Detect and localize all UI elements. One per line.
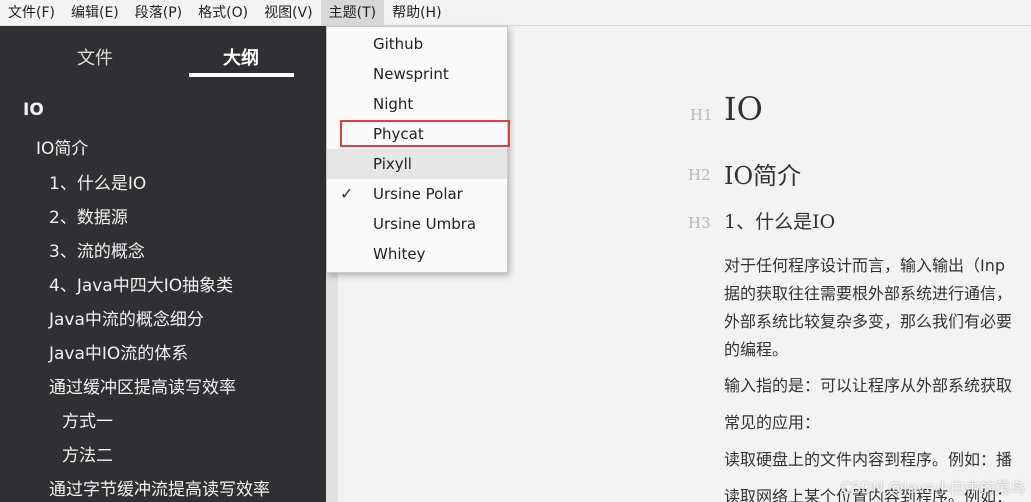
- tab-outline[interactable]: 大纲: [223, 44, 259, 70]
- heading-3: 1、什么是IO: [724, 211, 836, 233]
- outline-item[interactable]: Java中流的概念细分: [49, 305, 204, 330]
- heading-level-marker: H3: [688, 214, 711, 232]
- paragraph-line: 据的获取往往需要根外部系统进行通信，: [724, 284, 1013, 303]
- outline-item[interactable]: 1、什么是IO: [49, 169, 146, 194]
- checkmark-icon: ✓: [340, 184, 354, 203]
- theme-option-whitey[interactable]: Whitey: [327, 239, 507, 269]
- theme-option-ursine-umbra[interactable]: Ursine Umbra: [327, 209, 507, 239]
- outline-item[interactable]: Java中IO流的体系: [49, 339, 188, 364]
- theme-option-label: Github: [373, 35, 424, 53]
- sidebar-tabs: 文件 大纲: [0, 26, 326, 82]
- menu-view[interactable]: 视图(V): [256, 0, 321, 26]
- app-window: 文件(F) 编辑(E) 段落(P) 格式(O) 视图(V) 主题(T) 帮助(H…: [0, 0, 1031, 502]
- outline-item[interactable]: 2、数据源: [49, 203, 128, 228]
- paragraph-line: 外部系统比较复杂多变，那么我们有必要: [724, 312, 1013, 331]
- outline-item[interactable]: 方法二: [62, 441, 113, 466]
- theme-option-newsprint[interactable]: Newsprint: [327, 59, 507, 89]
- theme-option-github[interactable]: Github: [327, 29, 507, 59]
- theme-option-label: Ursine Polar: [373, 185, 463, 203]
- paragraph-line: 对于任何程序设计而言，输入输出（Inp: [724, 256, 1006, 275]
- theme-option-label: Night: [373, 95, 414, 113]
- heading-1: IO: [724, 90, 763, 128]
- paragraph-line: 常见的应用：: [724, 413, 821, 432]
- menu-paragraph[interactable]: 段落(P): [127, 0, 190, 26]
- paragraph-line: 输入指的是：可以让程序从外部系统获取: [724, 376, 1013, 395]
- theme-dropdown-menu: Github Newsprint Night Phycat Pixyll ✓ U…: [326, 26, 510, 273]
- heading-level-marker: H2: [688, 166, 711, 184]
- theme-option-label: Pixyll: [373, 155, 412, 173]
- outline-item[interactable]: 方式一: [62, 407, 113, 432]
- heading-2: IO简介: [724, 162, 802, 190]
- menu-help[interactable]: 帮助(H): [384, 0, 449, 26]
- outline-item[interactable]: 通过缓冲区提高读写效率: [49, 373, 236, 398]
- menu-file[interactable]: 文件(F): [0, 0, 63, 26]
- menu-edit[interactable]: 编辑(E): [63, 0, 127, 26]
- menubar: 文件(F) 编辑(E) 段落(P) 格式(O) 视图(V) 主题(T) 帮助(H…: [0, 0, 1031, 26]
- paragraph-line: 读取硬盘上的文件内容到程序。例如：播: [724, 450, 1013, 469]
- theme-option-label: Newsprint: [373, 65, 449, 83]
- outline-item[interactable]: 3、流的概念: [49, 237, 145, 262]
- annotation-highlight-box: [340, 120, 510, 147]
- theme-option-label: Ursine Umbra: [373, 215, 477, 233]
- sidebar: 文件 大纲 IO IO简介 1、什么是IO 2、数据源 3、流的概念 4、Jav…: [0, 26, 326, 502]
- paragraph-line: 的编程。: [724, 340, 789, 359]
- active-tab-indicator: [189, 73, 294, 77]
- csdn-watermark: CSDN @Java小白中的菜鸟: [840, 479, 1025, 497]
- outline-item[interactable]: IO简介: [36, 134, 88, 159]
- heading-level-marker: H1: [690, 106, 713, 124]
- theme-option-pixyll[interactable]: Pixyll: [327, 149, 507, 179]
- theme-option-label: Whitey: [373, 245, 426, 263]
- theme-option-ursine-polar[interactable]: ✓ Ursine Polar: [327, 179, 507, 209]
- menu-theme[interactable]: 主题(T): [320, 0, 385, 26]
- outline-item[interactable]: 4、Java中四大IO抽象类: [49, 271, 233, 296]
- tab-files[interactable]: 文件: [77, 44, 113, 70]
- theme-option-night[interactable]: Night: [327, 89, 507, 119]
- outline-item[interactable]: IO: [23, 100, 44, 120]
- outline-item[interactable]: 通过字节缓冲流提高读写效率: [49, 475, 270, 500]
- menu-format[interactable]: 格式(O): [190, 0, 256, 26]
